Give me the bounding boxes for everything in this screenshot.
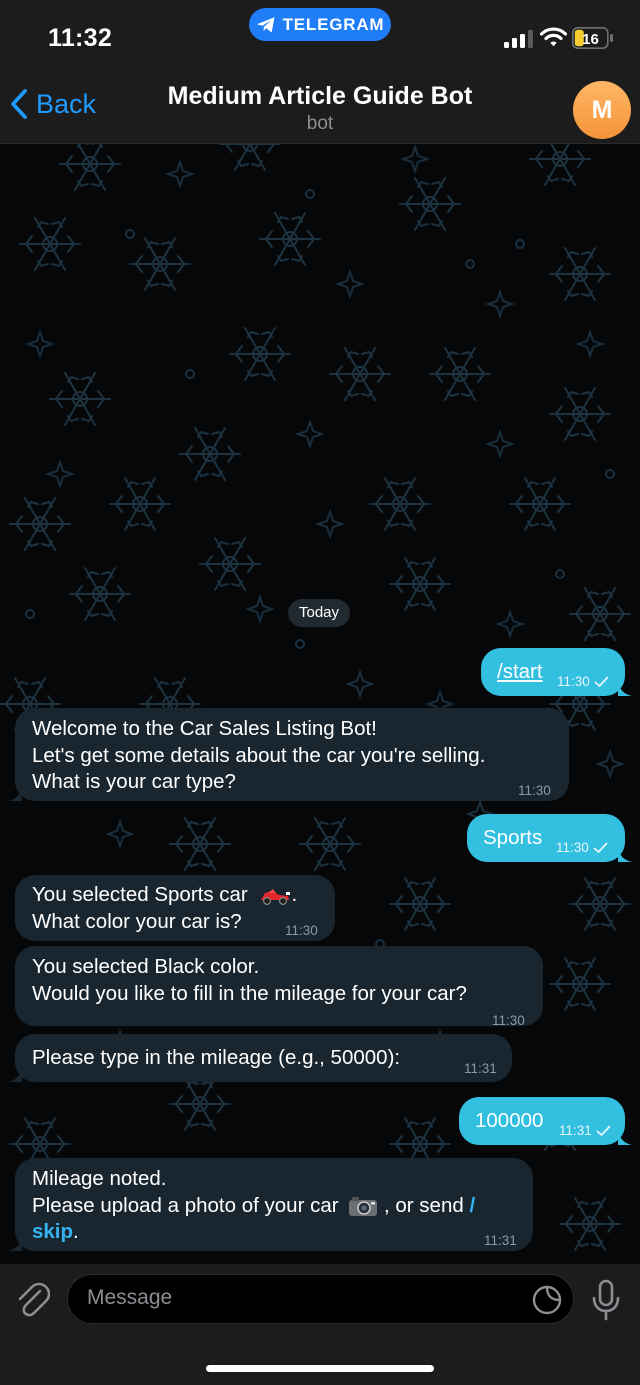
checkmark-icon (593, 842, 608, 854)
message-line: Please upload a photo of your car (32, 1193, 339, 1217)
sticker-icon[interactable] (531, 1284, 563, 1316)
telegram-icon (256, 16, 275, 32)
message-incoming-mileage-prompt[interactable]: Please type in the mileage (e.g., 50000)… (8, 1034, 512, 1082)
bubble-tail (8, 1233, 22, 1251)
message-time: 11:31 (559, 1123, 592, 1138)
avatar-initial: M (591, 95, 613, 124)
cellular-signal-icon (504, 30, 533, 48)
message-time: 11:31 (464, 1061, 497, 1076)
message-line: What color your car is? (32, 909, 242, 933)
chat-subtitle: bot (306, 113, 334, 134)
message-time: 11:30 (285, 923, 318, 938)
message-time: 11:30 (492, 1013, 525, 1028)
message-line: Mileage noted. (32, 1167, 167, 1190)
message-meta: 11:30 (556, 835, 608, 862)
home-indicator[interactable] (206, 1365, 434, 1372)
wallpaper-pattern (0, 144, 631, 1251)
message-outgoing-sports[interactable]: Sports 11:30 (467, 814, 632, 862)
message-time: 11:30 (556, 840, 589, 855)
message-text: Sports (483, 826, 543, 849)
message-input[interactable]: Message (67, 1274, 574, 1324)
message-incoming-car-type[interactable]: You selected Sports car . What color you… (15, 875, 335, 941)
chat-header: Back Medium Article Guide Bot bot M (0, 62, 640, 144)
message-line: You selected Black color. (32, 955, 260, 978)
microphone-icon[interactable] (591, 1279, 621, 1321)
message-line: Let's get some details about the car you… (32, 743, 486, 767)
message-incoming-photo-request[interactable]: Mileage noted. Please upload a photo of … (8, 1158, 533, 1251)
paperclip-icon[interactable] (16, 1281, 50, 1319)
checkmark-icon (596, 1125, 611, 1137)
bubble-tail (8, 1064, 22, 1082)
camera-emoji (349, 1197, 378, 1217)
message-line: , or send (383, 1193, 464, 1217)
bubble-tail (618, 844, 632, 862)
message-text: You selected Sports car . What color you… (32, 882, 297, 935)
date-separator: Today (288, 599, 350, 627)
message-meta: 11:30 (557, 669, 609, 696)
racing-car-emoji (261, 888, 291, 905)
message-incoming-welcome[interactable]: Welcome to the Car Sales Listing Bot! Le… (8, 708, 569, 801)
message-punctuation: . (73, 1220, 79, 1243)
message-time: 11:31 (484, 1233, 517, 1248)
message-outgoing-mileage[interactable]: 100000 11:31 (459, 1097, 632, 1145)
bot-avatar[interactable]: M (573, 81, 631, 139)
message-text: You selected Black color. Would you like… (32, 954, 467, 1007)
skip-command-link[interactable]: / (469, 1194, 475, 1217)
message-time: 11:30 (518, 783, 551, 798)
message-line: Welcome to the Car Sales Listing Bot! (32, 717, 377, 740)
message-time: 11:30 (557, 674, 590, 689)
wifi-icon (540, 27, 567, 47)
message-text: Please type in the mileage (e.g., 50000)… (32, 1046, 401, 1069)
message-text: Welcome to the Car Sales Listing Bot! Le… (32, 716, 485, 796)
message-meta: 11:31 (559, 1118, 611, 1145)
message-placeholder: Message (87, 1286, 173, 1309)
chat-area[interactable]: Today /start 11:30 Welcome to the Car Sa… (0, 144, 640, 1264)
message-outgoing-start[interactable]: /start 11:30 (481, 648, 632, 696)
bubble-tail (618, 1127, 632, 1145)
telegram-pill[interactable]: TELEGRAM (249, 8, 391, 41)
status-bar: 11:32 TELEGRAM 16 (0, 0, 640, 62)
battery-icon: 16 (572, 27, 613, 49)
battery-level: 16 (582, 31, 599, 48)
chat-title[interactable]: Medium Article Guide Bot (0, 82, 640, 111)
chat-wallpaper (0, 144, 631, 1251)
start-command-link[interactable]: /start (497, 659, 543, 686)
checkmark-icon (594, 676, 609, 688)
telegram-pill-label: TELEGRAM (282, 14, 385, 34)
message-line: What is your car type? (32, 770, 236, 793)
message-line: You selected Sports car (32, 883, 248, 906)
bubble-tail (618, 678, 632, 696)
bubble-tail (8, 783, 22, 801)
message-incoming-color[interactable]: You selected Black color. Would you like… (15, 946, 543, 1028)
skip-command-link[interactable]: skip (32, 1220, 73, 1243)
status-time: 11:32 (48, 24, 113, 52)
message-line: Would you like to fill in the mileage fo… (32, 981, 467, 1005)
message-text: 100000 (475, 1109, 544, 1132)
message-text: Mileage noted. Please upload a photo of … (32, 1166, 475, 1246)
